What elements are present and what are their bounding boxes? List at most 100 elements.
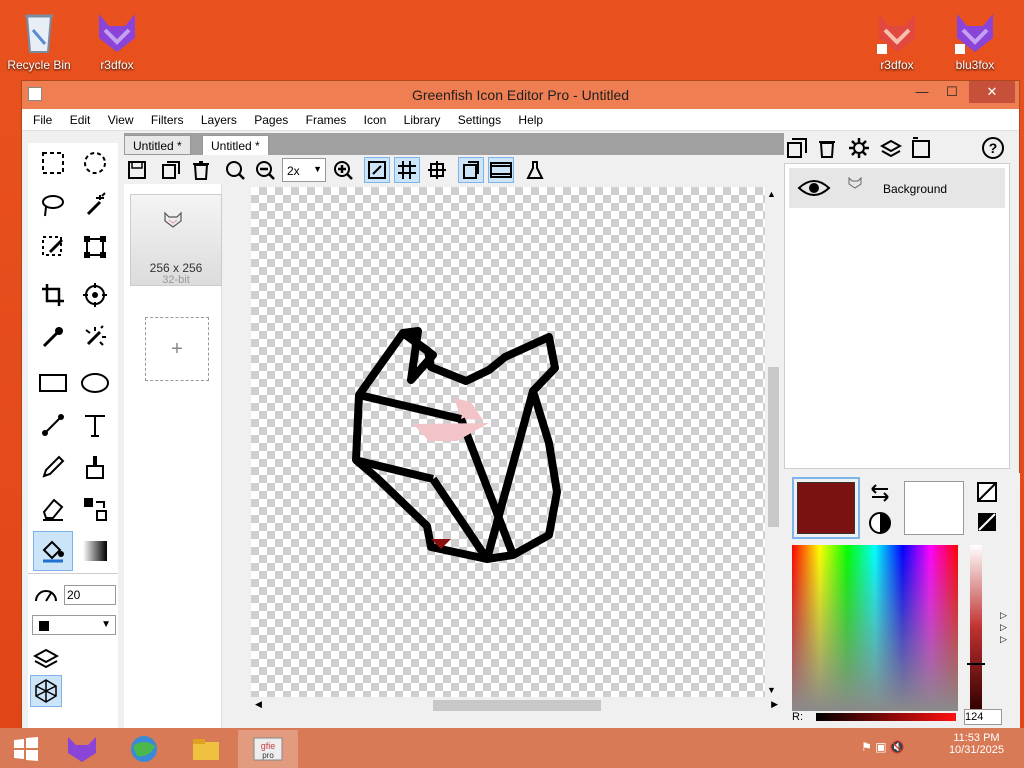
desktop-icon-blu3fox[interactable]: blu3fox: [937, 4, 1013, 72]
primary-color-swatch[interactable]: [792, 477, 860, 539]
menu-filters[interactable]: Filters: [144, 109, 191, 127]
red-channel-input[interactable]: [964, 709, 1002, 725]
grid-icon[interactable]: [394, 157, 420, 183]
desktop-icon-r3dfox-left[interactable]: r3dfox: [79, 4, 155, 72]
zoom-out-icon[interactable]: [252, 157, 278, 183]
canvas-vertical-scrollbar[interactable]: ▲ ▼: [765, 187, 782, 697]
line-icon[interactable]: [33, 405, 73, 445]
delete-layer-icon[interactable]: [814, 135, 840, 161]
brush-shape-select[interactable]: ▼: [32, 615, 116, 635]
target-icon[interactable]: [75, 275, 115, 315]
new-page-icon[interactable]: [158, 157, 184, 183]
crop-icon[interactable]: [33, 275, 73, 315]
tab-untitled-1[interactable]: Untitled *: [124, 135, 191, 155]
lightness-slider-handle[interactable]: [967, 663, 985, 669]
tab-untitled-2[interactable]: Untitled *: [202, 135, 269, 155]
help-icon[interactable]: ?: [980, 135, 1006, 161]
menu-view[interactable]: View: [101, 109, 141, 127]
menu-edit[interactable]: Edit: [63, 109, 98, 127]
file-explorer-taskbar-icon[interactable]: [180, 730, 232, 768]
zoom-in-icon[interactable]: [330, 157, 356, 183]
inverse-color-icon[interactable]: [976, 511, 998, 536]
rectangle-icon[interactable]: [33, 363, 73, 403]
title-bar[interactable]: Greenfish Icon Editor Pro - Untitled — ☐…: [22, 81, 1019, 109]
lasso-icon[interactable]: [33, 185, 73, 225]
fit-view-icon[interactable]: [364, 157, 390, 183]
magic-wand-icon[interactable]: [75, 185, 115, 225]
menu-settings[interactable]: Settings: [451, 109, 508, 127]
menu-help[interactable]: Help: [511, 109, 550, 127]
text-icon[interactable]: [75, 405, 115, 445]
lightness-slider[interactable]: [967, 545, 985, 711]
film-strip-icon[interactable]: [488, 157, 514, 183]
layer-row[interactable]: Background: [789, 168, 1005, 208]
clock-time[interactable]: 11:53 PM: [949, 732, 1004, 744]
canvas-horizontal-scrollbar[interactable]: ◀ ▶: [251, 697, 782, 714]
menu-layers[interactable]: Layers: [194, 109, 244, 127]
maximize-button[interactable]: ☐: [937, 81, 967, 103]
tray-icons[interactable]: ⚑ ▣ 🔇: [848, 740, 918, 754]
desktop-icon-r3dfox[interactable]: r3dfox: [859, 4, 935, 72]
menu-icon[interactable]: Icon: [357, 109, 394, 127]
ellipse-icon[interactable]: [75, 363, 115, 403]
tile-preview-icon[interactable]: [458, 157, 484, 183]
layer-properties-icon[interactable]: [908, 135, 934, 161]
pencil-icon[interactable]: [33, 447, 73, 487]
purple-fox-taskbar-icon[interactable]: [56, 730, 108, 768]
ellipse-select-icon[interactable]: [75, 143, 115, 183]
page-thumbnail[interactable]: 256 x 256 32-bit: [130, 194, 222, 286]
zoom-select[interactable]: 2x ▼: [282, 158, 326, 182]
eraser-icon[interactable]: [33, 489, 73, 529]
scroll-right-icon[interactable]: ▶: [771, 699, 778, 710]
color-mode-arrows[interactable]: ▷ ▷ ▷: [1000, 609, 1007, 645]
gradient-icon[interactable]: [75, 531, 115, 571]
transparent-color-icon[interactable]: [976, 481, 998, 506]
scroll-left-icon[interactable]: ◀: [255, 699, 262, 710]
drawing-canvas[interactable]: [251, 187, 765, 697]
secondary-color-swatch[interactable]: [904, 481, 964, 535]
zoom-actual-icon[interactable]: [222, 157, 248, 183]
pattern-icon[interactable]: [30, 675, 62, 707]
merge-layers-icon[interactable]: [878, 135, 904, 161]
eyedropper-icon[interactable]: [33, 317, 73, 357]
save-icon[interactable]: [124, 157, 150, 183]
page-depth-label: 32-bit: [162, 274, 190, 286]
menu-pages[interactable]: Pages: [247, 109, 295, 127]
delete-page-icon[interactable]: [188, 157, 214, 183]
scroll-up-icon[interactable]: ▲: [767, 189, 776, 199]
layers-blend-icon[interactable]: [28, 643, 64, 673]
minimize-button[interactable]: —: [907, 81, 937, 103]
test-flask-icon[interactable]: [522, 157, 548, 183]
clock-date[interactable]: 10/31/2025: [949, 744, 1004, 756]
pencil-select-icon[interactable]: [33, 227, 73, 267]
desktop-icon-label: blu3fox: [955, 58, 995, 72]
menu-frames[interactable]: Frames: [299, 109, 354, 127]
red-channel-slider[interactable]: [816, 713, 956, 721]
color-replace-icon[interactable]: [75, 489, 115, 529]
fill-bucket-icon[interactable]: [33, 531, 73, 571]
eye-icon[interactable]: [797, 177, 831, 202]
spray-icon[interactable]: [75, 317, 115, 357]
scroll-down-icon[interactable]: ▼: [767, 685, 776, 695]
reset-colors-icon[interactable]: [868, 511, 892, 538]
brush-icon[interactable]: [75, 447, 115, 487]
browser-taskbar-icon[interactable]: [118, 730, 170, 768]
horizontal-scroll-thumb[interactable]: [433, 700, 601, 711]
close-button[interactable]: ✕: [969, 81, 1015, 103]
menu-library[interactable]: Library: [397, 109, 448, 127]
rect-select-icon[interactable]: [33, 143, 73, 183]
add-page-button[interactable]: +: [145, 317, 209, 381]
greenfish-taskbar-icon[interactable]: gfie pro: [238, 730, 298, 768]
desktop-icon-recycle-bin[interactable]: Recycle Bin: [1, 4, 77, 72]
transform-icon[interactable]: [75, 227, 115, 267]
menu-file[interactable]: File: [26, 109, 59, 127]
vertical-scroll-thumb[interactable]: [768, 367, 779, 527]
windows-start-icon[interactable]: [0, 730, 52, 768]
brush-size-input[interactable]: [64, 585, 116, 605]
new-layer-icon[interactable]: [784, 135, 810, 161]
square-shape-icon: [39, 621, 49, 631]
swap-colors-icon[interactable]: [868, 483, 892, 506]
hue-saturation-picker[interactable]: [792, 545, 958, 711]
center-lines-icon[interactable]: [424, 157, 450, 183]
gear-icon[interactable]: [846, 135, 872, 161]
